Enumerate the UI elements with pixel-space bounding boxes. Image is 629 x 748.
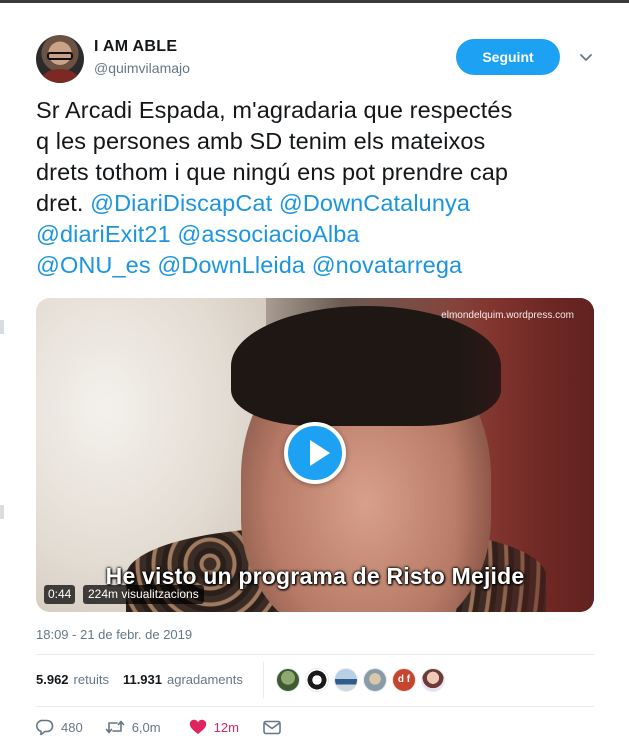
like-button[interactable]: 12m [189,719,239,735]
play-icon[interactable] [284,422,346,484]
liker-avatar[interactable]: d f [392,668,416,692]
mention-link[interactable]: @associacioAlba [177,221,359,247]
user-avatar[interactable] [36,35,84,83]
avatar-shirt [42,69,78,83]
tweet-text-line: q les persones amb SD tenim els mateixos [36,128,486,154]
user-display-name[interactable]: I AM ABLE [94,38,177,56]
video-duration-badge: 0:44 [44,585,76,604]
mention-link[interactable]: @DiariDiscapCat [90,190,272,216]
tweet-text: Sr Arcadi Espada, m'agradaria que respec… [36,95,606,281]
retweets-count[interactable]: 5.962 [36,672,69,687]
like-count: 12m [213,719,239,735]
liker-avatar[interactable] [421,668,445,692]
divider [36,706,594,707]
retweet-count: 6,0m [131,719,161,735]
page-edge-mark [0,320,4,334]
mention-link[interactable]: @DownCatalunya [279,190,470,216]
mention-link[interactable]: @ONU_es [36,252,151,278]
liker-avatar[interactable] [363,668,387,692]
liker-avatar[interactable] [276,668,300,692]
tweet-text-fragment: dret. [36,190,91,216]
tweet-text-line: @ONU_es @DownLleida @novatarrega [36,250,606,281]
direct-message-button[interactable] [263,720,281,735]
mention-link[interactable]: @DownLleida [157,252,305,278]
tweet-text-line: drets tothom i que ningú ens pot prendre… [36,159,509,185]
divider [36,654,594,655]
liker-avatar[interactable] [305,668,329,692]
likes-count[interactable]: 11.931 [123,672,162,687]
chevron-down-icon[interactable] [578,49,594,65]
liker-avatars: d f [276,668,450,692]
retweet-button[interactable]: 6,0m [105,719,161,735]
avatar-glasses [47,52,73,60]
mention-link[interactable]: @diariExit21 [36,221,171,247]
mention-link[interactable]: @novatarrega [312,252,462,278]
video-watermark: elmondelquim.wordpress.com [441,310,574,321]
liker-avatar[interactable] [334,668,358,692]
tweet-stats: 5.962 retuits 11.931 agradaments [36,672,243,687]
video-player[interactable]: elmondelquim.wordpress.com He visto un p… [36,298,594,612]
user-handle[interactable]: @quimvilamajo [94,60,190,76]
heart-icon [189,719,206,734]
reply-count: 480 [61,719,83,735]
likes-label[interactable]: agradaments [167,672,243,687]
reply-button[interactable]: 480 [36,719,83,736]
tweet-text-line: @diariExit21 @associacioAlba [36,219,606,250]
tweet-timestamp[interactable]: 18:09 - 21 de febr. de 2019 [36,627,192,642]
envelope-icon [263,720,281,734]
retweet-icon [105,720,125,734]
tweet-text-line: Sr Arcadi Espada, m'agradaria que respec… [36,97,513,123]
following-button[interactable]: Seguint [456,39,560,75]
stats-separator [263,662,264,698]
page-edge-mark [0,505,4,519]
video-views-badge: 224m visualitzacions [83,585,204,604]
window-top-border [0,0,629,3]
reply-icon [36,719,54,735]
retweets-label[interactable]: retuits [74,672,109,687]
tweet-text-line: dret. @DiariDiscapCat @DownCatalunya [36,188,606,219]
tweet-actions: 480 6,0m 12m [36,717,281,737]
